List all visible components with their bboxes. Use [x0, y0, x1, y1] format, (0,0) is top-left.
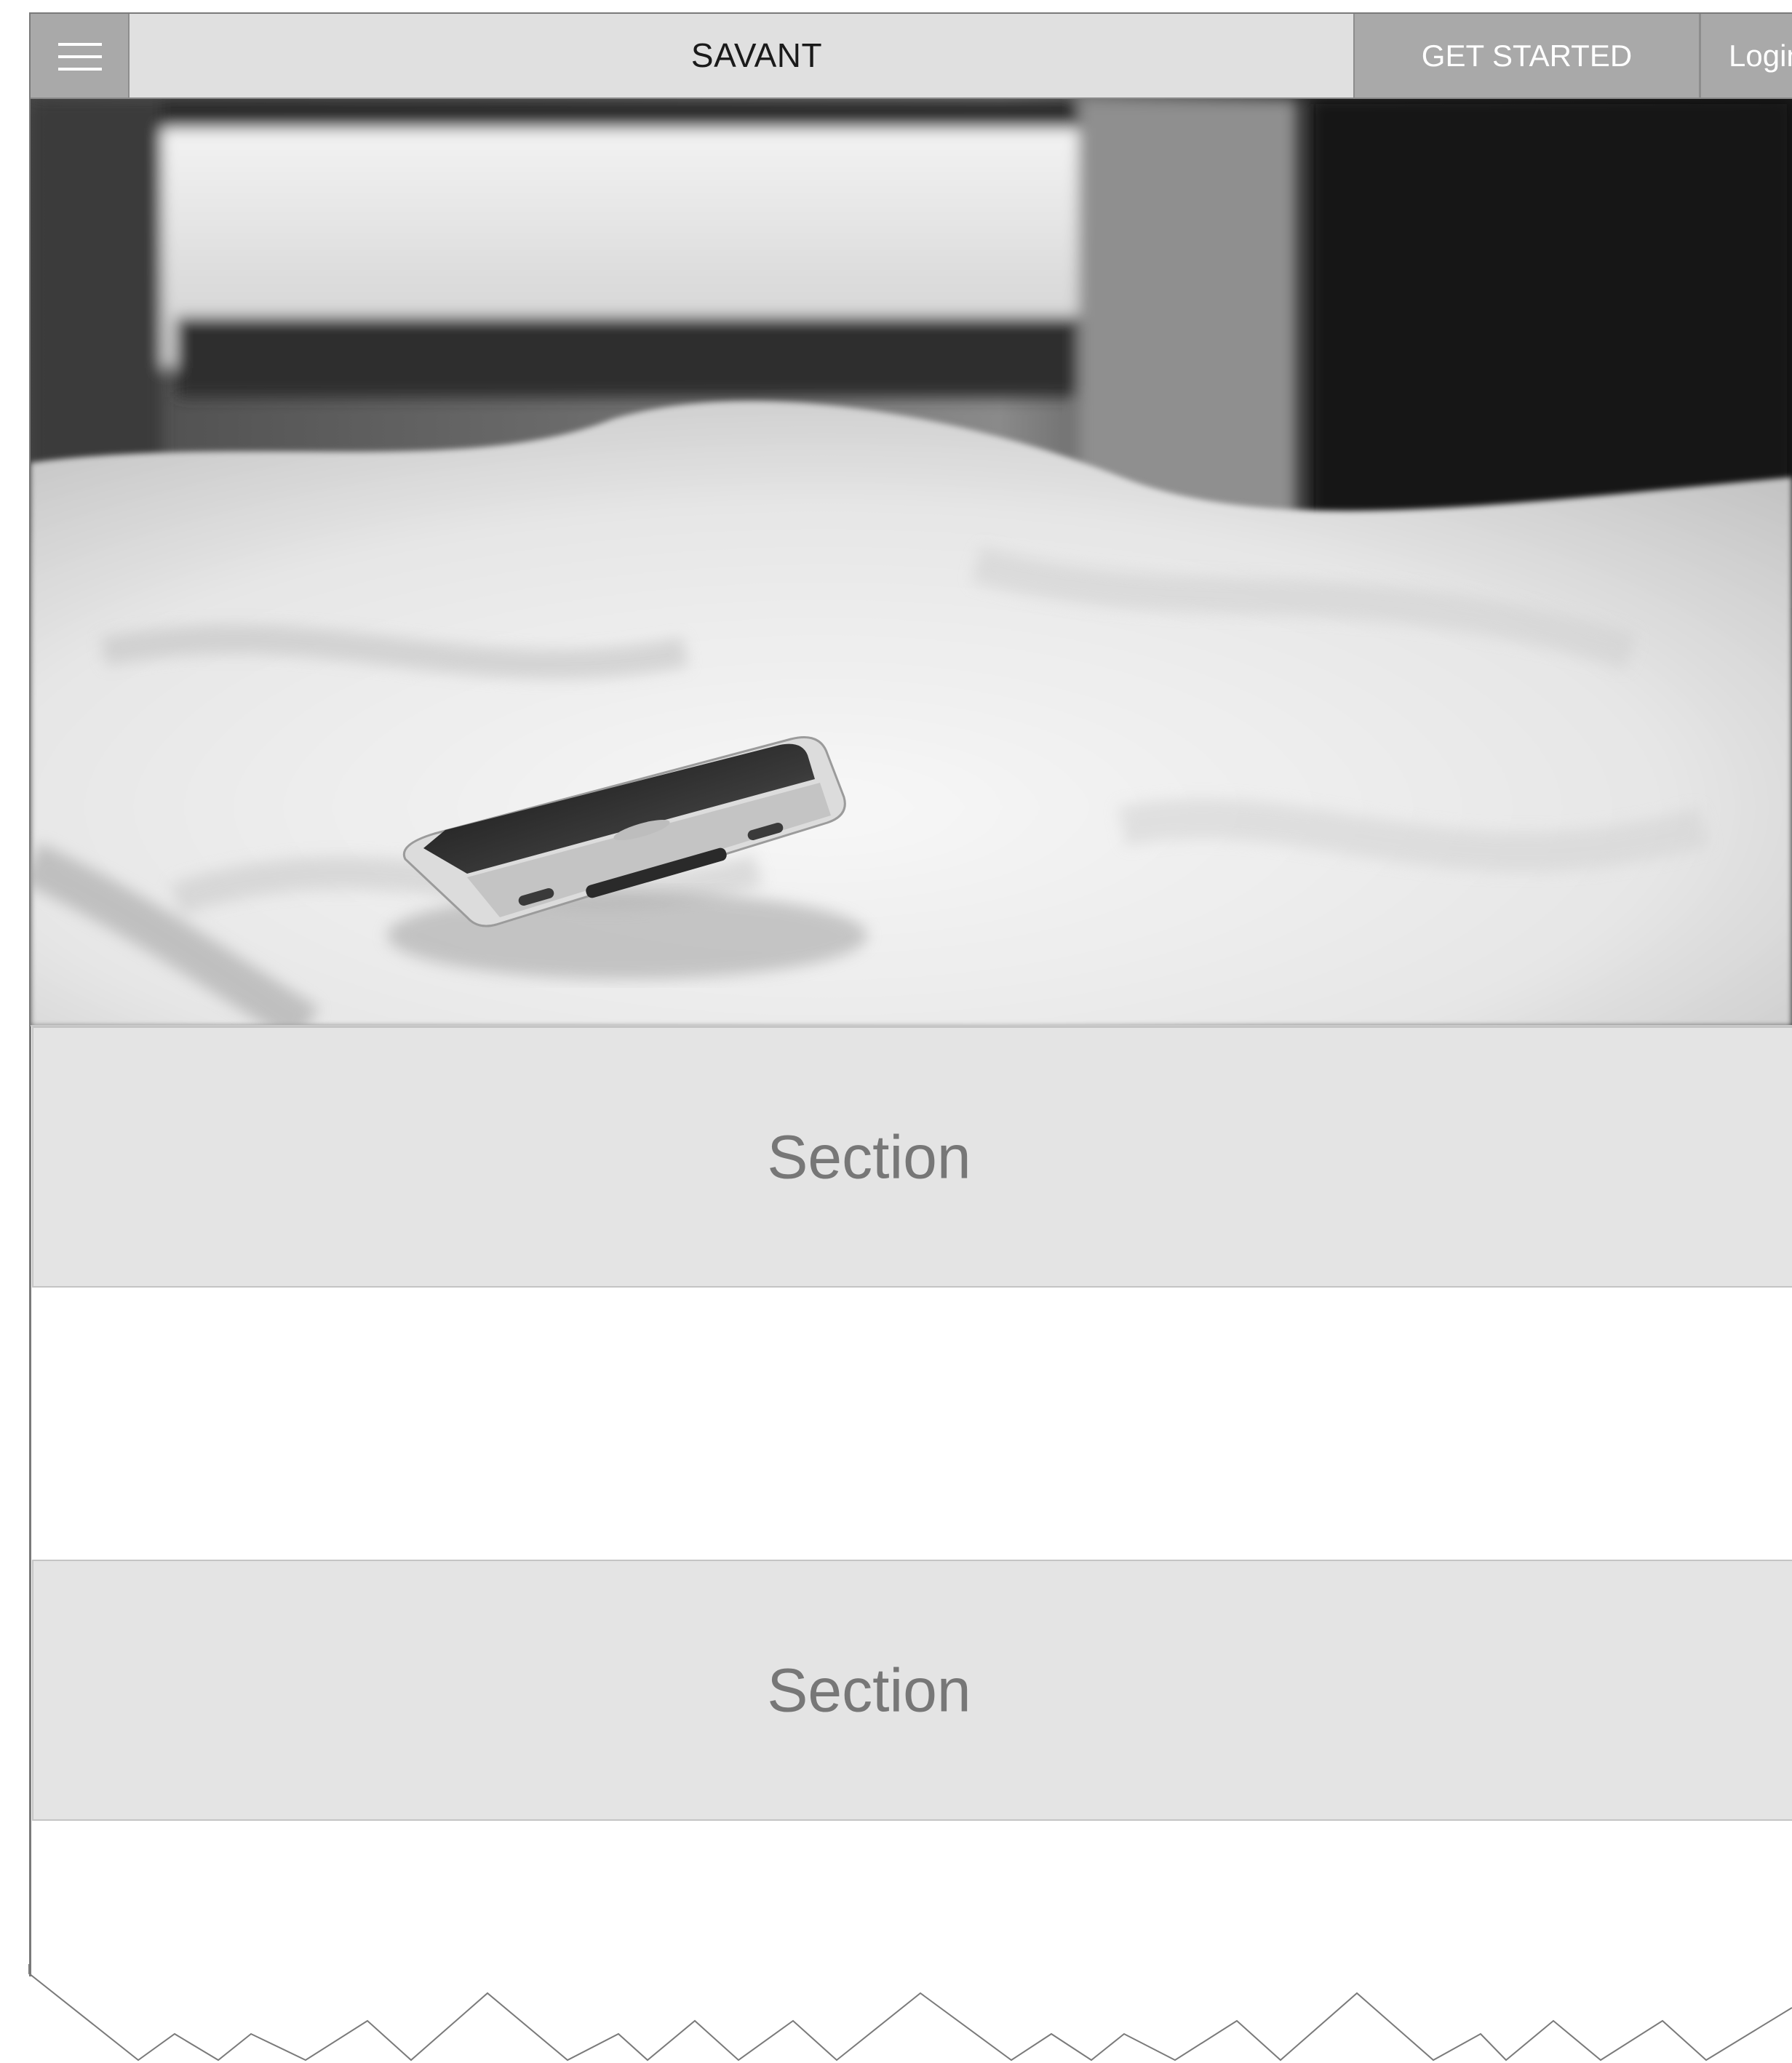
- wireframe-page: SAVANT GET STARTED Login: [0, 0, 1792, 2063]
- hamburger-icon: [58, 43, 102, 71]
- section-label-2: Section: [767, 1656, 971, 1724]
- section-block-1: Section: [32, 1026, 1792, 1288]
- login-button[interactable]: Login: [1699, 14, 1792, 97]
- hero-image: [31, 99, 1792, 1026]
- brand-title[interactable]: SAVANT: [130, 14, 1384, 97]
- navbar: SAVANT GET STARTED Login: [31, 14, 1792, 99]
- section-block-2: Section: [32, 1560, 1792, 1821]
- get-started-button[interactable]: GET STARTED: [1353, 14, 1699, 97]
- torn-edge: [28, 1964, 1792, 2062]
- phone-on-bed-photo: [31, 99, 1792, 1025]
- section-label-1: Section: [767, 1122, 971, 1191]
- menu-button[interactable]: [31, 14, 130, 97]
